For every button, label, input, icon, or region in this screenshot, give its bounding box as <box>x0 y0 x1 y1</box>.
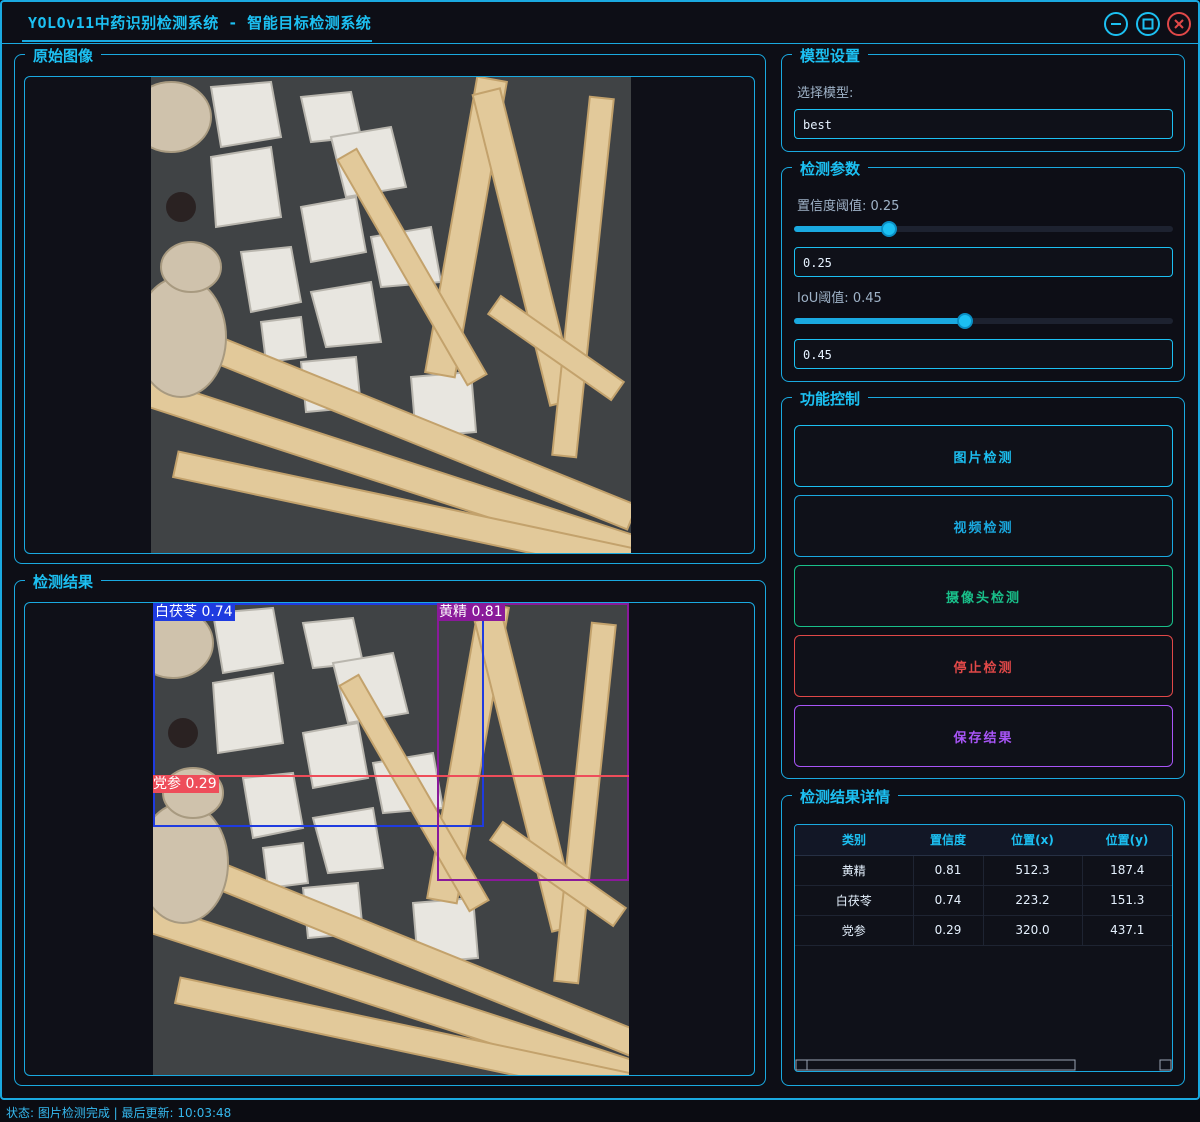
table-header-row: 类别 置信度 位置(x) 位置(y) <box>795 825 1172 856</box>
controls-label: 功能控制 <box>792 388 869 409</box>
conf-slider-fill <box>794 226 889 232</box>
cell-class: 白茯苓 <box>795 885 914 916</box>
table-row[interactable]: 白茯苓 0.74 223.2 151.3 <box>795 885 1172 916</box>
cell-confidence: 0.81 <box>913 855 984 886</box>
result-herb-image: 白茯苓 0.74 黄精 0.81 党参 0.29 <box>153 603 629 1075</box>
minimize-button[interactable] <box>1104 12 1128 36</box>
herb-photo <box>151 77 631 553</box>
results-table[interactable]: 类别 置信度 位置(x) 位置(y) 黄精 0.81 512.3 187.4 白… <box>794 824 1173 1072</box>
conf-threshold-label: 置信度阈值: 0.25 <box>797 199 900 214</box>
camera-detect-button[interactable]: 摄像头检测 <box>794 565 1173 627</box>
col-header-confidence[interactable]: 置信度 <box>913 825 983 856</box>
table-horizontal-scrollbar[interactable] <box>795 1057 1172 1071</box>
cell-y: 187.4 <box>1082 855 1172 886</box>
conf-input[interactable]: 0.25 <box>794 247 1173 277</box>
col-header-class[interactable]: 类别 <box>795 825 913 856</box>
conf-slider[interactable] <box>794 221 1173 237</box>
result-image-frame: 白茯苓 0.74 黄精 0.81 党参 0.29 <box>24 602 755 1076</box>
close-button[interactable] <box>1167 12 1191 36</box>
original-herb-image <box>151 77 631 553</box>
iou-threshold-label: IoU阈值: 0.45 <box>797 291 882 306</box>
cell-class: 黄精 <box>795 855 914 886</box>
select-model-label: 选择模型: <box>797 86 854 101</box>
col-header-y[interactable]: 位置(y) <box>1082 825 1172 856</box>
iou-slider-fill <box>794 318 965 324</box>
cell-x: 512.3 <box>983 855 1083 886</box>
original-image-label: 原始图像 <box>25 45 102 66</box>
cell-class: 党参 <box>795 915 914 946</box>
detection-label-baifuling: 白茯苓 0.74 <box>153 603 235 621</box>
detect-params-label: 检测参数 <box>792 158 869 179</box>
close-icon <box>1174 19 1184 29</box>
result-image-label: 检测结果 <box>25 571 102 592</box>
detection-box-dangshen: 党参 0.29 <box>153 775 629 1075</box>
iou-slider-handle[interactable] <box>956 313 973 329</box>
video-detect-button[interactable]: 视频检测 <box>794 495 1173 557</box>
iou-input[interactable]: 0.45 <box>794 339 1173 369</box>
minimize-icon <box>1111 23 1121 25</box>
cell-y: 437.1 <box>1082 915 1172 946</box>
detection-label-dangshen: 党参 0.29 <box>153 775 219 793</box>
cell-x: 320.0 <box>983 915 1083 946</box>
cell-y: 151.3 <box>1082 885 1172 916</box>
table-row[interactable]: 党参 0.29 320.0 437.1 <box>795 915 1172 946</box>
stop-detect-button[interactable]: 停止检测 <box>794 635 1173 697</box>
status-bar: 状态: 图片检测完成 | 最后更新: 10:03:48 <box>6 1106 232 1120</box>
model-settings-label: 模型设置 <box>792 45 869 66</box>
conf-slider-handle[interactable] <box>880 221 897 237</box>
original-image-frame <box>24 76 755 554</box>
maximize-icon <box>1142 18 1154 30</box>
iou-slider[interactable] <box>794 313 1173 329</box>
cell-confidence: 0.29 <box>913 915 984 946</box>
col-header-x[interactable]: 位置(x) <box>983 825 1082 856</box>
title-bar[interactable]: YOLOv11中药识别检测系统 - 智能目标检测系统 <box>2 2 1198 44</box>
cell-confidence: 0.74 <box>913 885 984 916</box>
window-title: YOLOv11中药识别检测系统 - 智能目标检测系统 <box>28 14 372 32</box>
model-select[interactable]: best <box>794 109 1173 139</box>
save-result-button[interactable]: 保存结果 <box>794 705 1173 767</box>
details-label: 检测结果详情 <box>792 786 899 807</box>
maximize-button[interactable] <box>1136 12 1160 36</box>
cell-x: 223.2 <box>983 885 1083 916</box>
image-detect-button[interactable]: 图片检测 <box>794 425 1173 487</box>
detection-label-huangjing: 黄精 0.81 <box>437 603 505 621</box>
scrollbar-graphic <box>795 1059 1172 1071</box>
title-underline <box>22 40 372 42</box>
table-row[interactable]: 黄精 0.81 512.3 187.4 <box>795 855 1172 886</box>
